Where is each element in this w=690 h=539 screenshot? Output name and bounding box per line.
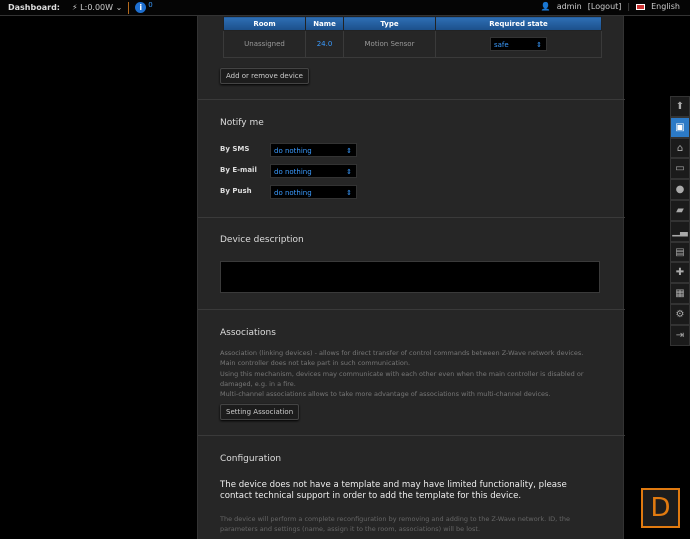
name-link[interactable]: 24.0 xyxy=(305,30,344,58)
language-link[interactable]: English xyxy=(651,2,680,11)
add-remove-device-button[interactable]: Add or remove device xyxy=(220,68,309,84)
chart-icon[interactable]: ▁▃ xyxy=(670,220,690,242)
description-title: Device description xyxy=(220,235,304,245)
logo: D xyxy=(641,488,680,528)
associations-title: Associations xyxy=(220,328,276,338)
text-line: Main controller does not take part in su… xyxy=(220,359,411,368)
exit-icon[interactable]: ⇥ xyxy=(670,324,690,346)
devices-section: Room Name Type Required state Unassigned 24.… xyxy=(198,16,625,100)
dashboard-label: Dashboard: xyxy=(8,3,60,12)
info-icon[interactable]: i xyxy=(135,2,147,13)
push-label: By Push xyxy=(220,187,252,195)
info-count: 0 xyxy=(148,0,153,9)
select-arrows-icon: ⇕ xyxy=(346,147,352,155)
logout-link[interactable]: [Logout] xyxy=(588,2,622,11)
sms-select[interactable]: do nothing ⇕ xyxy=(270,143,357,157)
user-icon: 👤 xyxy=(540,2,551,11)
monitor-icon[interactable]: ▭ xyxy=(670,158,690,180)
home-icon[interactable]: ⌂ xyxy=(670,137,690,159)
push-select[interactable]: do nothing ⇕ xyxy=(270,185,357,199)
col-type: Type xyxy=(343,16,436,31)
type-cell: Motion Sensor xyxy=(343,30,436,58)
save-icon[interactable]: ▣ xyxy=(670,116,690,138)
sms-value: do nothing xyxy=(274,147,312,155)
state-value: safe xyxy=(494,41,509,49)
table-row: Unassigned 24.0 Motion Sensor safe ⇕ xyxy=(223,30,602,58)
settings-icon[interactable]: ⚙ xyxy=(670,303,690,325)
calendar-icon[interactable]: ▦ xyxy=(670,283,690,304)
power-value: L:0.00W xyxy=(80,3,114,12)
associations-text: Association (linking devices) - allows f… xyxy=(220,348,600,399)
text-line: Multi-channel associations allows to tak… xyxy=(220,390,551,399)
top-bar: Dashboard: ⚡ L:0.00W ⌄ i 0 👤 admin [Logo… xyxy=(0,0,690,16)
email-label: By E-mail xyxy=(220,166,257,174)
select-arrows-icon: ⇕ xyxy=(346,189,352,197)
flag-icon xyxy=(636,3,646,10)
email-value: do nothing xyxy=(274,168,312,176)
text-line: Association (linking devices) - allows f… xyxy=(220,349,584,357)
col-name: Name xyxy=(305,16,344,31)
associations-section: Associations Association (linking device… xyxy=(198,310,625,436)
description-section: Device description xyxy=(198,218,625,310)
sms-label: By SMS xyxy=(220,145,250,153)
configuration-title: Configuration xyxy=(220,454,282,464)
description-input[interactable] xyxy=(220,261,600,293)
gift-icon[interactable]: ▤ xyxy=(670,241,690,263)
select-arrows-icon: ⇕ xyxy=(536,41,542,49)
col-state: Required state xyxy=(435,16,602,31)
bulb-icon[interactable]: ● xyxy=(670,179,690,200)
ticket-icon[interactable]: ▰ xyxy=(670,199,690,221)
col-room: Room xyxy=(223,16,306,31)
configuration-section: Configuration The device does not have a… xyxy=(198,436,625,539)
arrow-up-icon[interactable]: ⬆ xyxy=(670,96,690,117)
text-line: Using this mechanism, devices may commun… xyxy=(220,369,584,388)
reconfiguration-note: The device will perform a complete recon… xyxy=(220,515,570,534)
username: admin xyxy=(556,2,582,11)
devices-table: Room Name Type Required state Unassigned 24.… xyxy=(223,16,602,58)
setting-association-button[interactable]: Setting Association xyxy=(220,404,300,420)
room-cell: Unassigned xyxy=(223,30,306,58)
plus-icon[interactable]: ✚ xyxy=(670,262,690,284)
power-indicator[interactable]: ⚡ L:0.00W ⌄ xyxy=(72,3,122,12)
required-state-select[interactable]: safe ⇕ xyxy=(490,37,547,51)
notify-title: Notify me xyxy=(220,118,264,128)
right-sidebar: ⬆ ▣ ⌂ ▭ ● ▰ ▁▃ ▤ ✚ ▦ ⚙ ⇥ xyxy=(670,96,690,346)
email-select[interactable]: do nothing ⇕ xyxy=(270,164,357,178)
select-arrows-icon: ⇕ xyxy=(346,168,352,176)
template-warning: The device does not have a template and … xyxy=(220,480,567,501)
divider: | xyxy=(627,2,631,11)
divider xyxy=(128,1,130,14)
push-value: do nothing xyxy=(274,189,312,197)
notify-section: Notify me By SMS do nothing ⇕ By E-mail d… xyxy=(198,100,625,218)
main-panel: Room Name Type Required state Unassigned 24.… xyxy=(197,16,625,539)
